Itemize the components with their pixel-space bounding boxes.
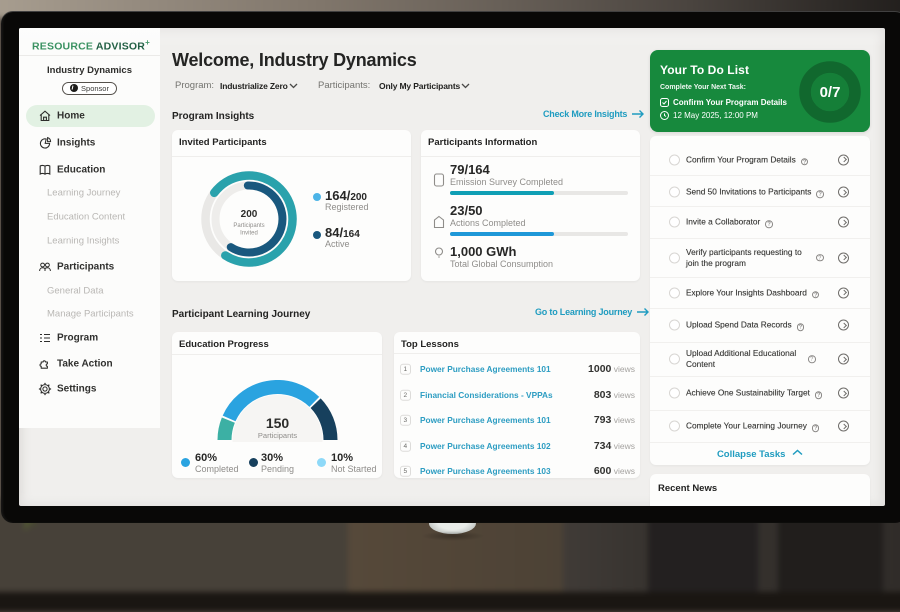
svg-text:Participants: Participants <box>258 431 297 440</box>
svg-text:Participants: Participants <box>233 223 264 229</box>
svg-text:0/7: 0/7 <box>820 84 841 101</box>
svg-text:200: 200 <box>241 209 258 220</box>
svg-text:Invited: Invited <box>240 231 258 237</box>
svg-text:150: 150 <box>266 415 290 431</box>
